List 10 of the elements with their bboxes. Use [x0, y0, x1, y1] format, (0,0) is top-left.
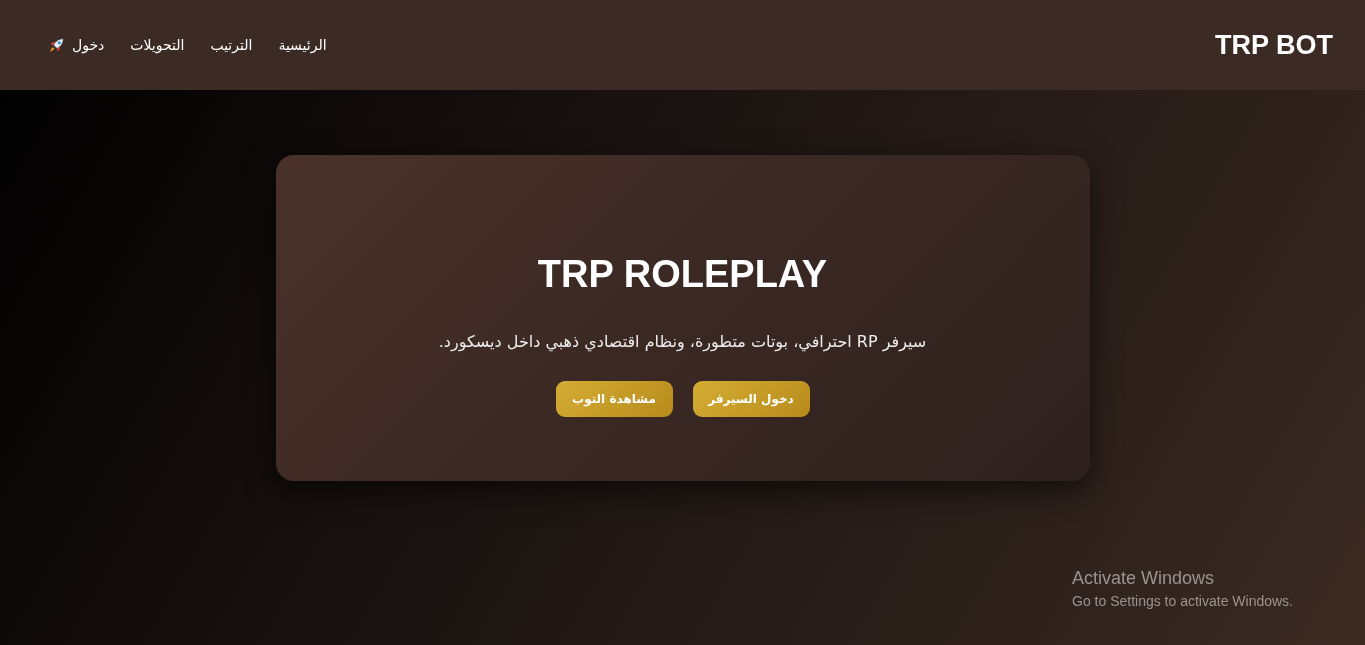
- hero-title: TRP ROLEPLAY: [537, 253, 828, 296]
- nav-link[interactable]: دخول: [48, 36, 105, 54]
- nav-link[interactable]: الترتيب: [210, 37, 253, 53]
- hero-description: سيرفر RP احترافي، بوتات متطورة، ونظام اقتصادي ذهبي داخل ديسكورد.: [438, 332, 927, 351]
- activation-title: Activate Windows: [1072, 568, 1216, 589]
- rocket-icon: [48, 36, 66, 54]
- activation-text: Go to Settings to activate Windows.: [1072, 593, 1293, 609]
- site-logo[interactable]: TRP BOT: [1215, 29, 1333, 61]
- nav-link[interactable]: الرئيسية: [278, 37, 327, 53]
- nav-link[interactable]: التحويلات: [130, 37, 185, 53]
